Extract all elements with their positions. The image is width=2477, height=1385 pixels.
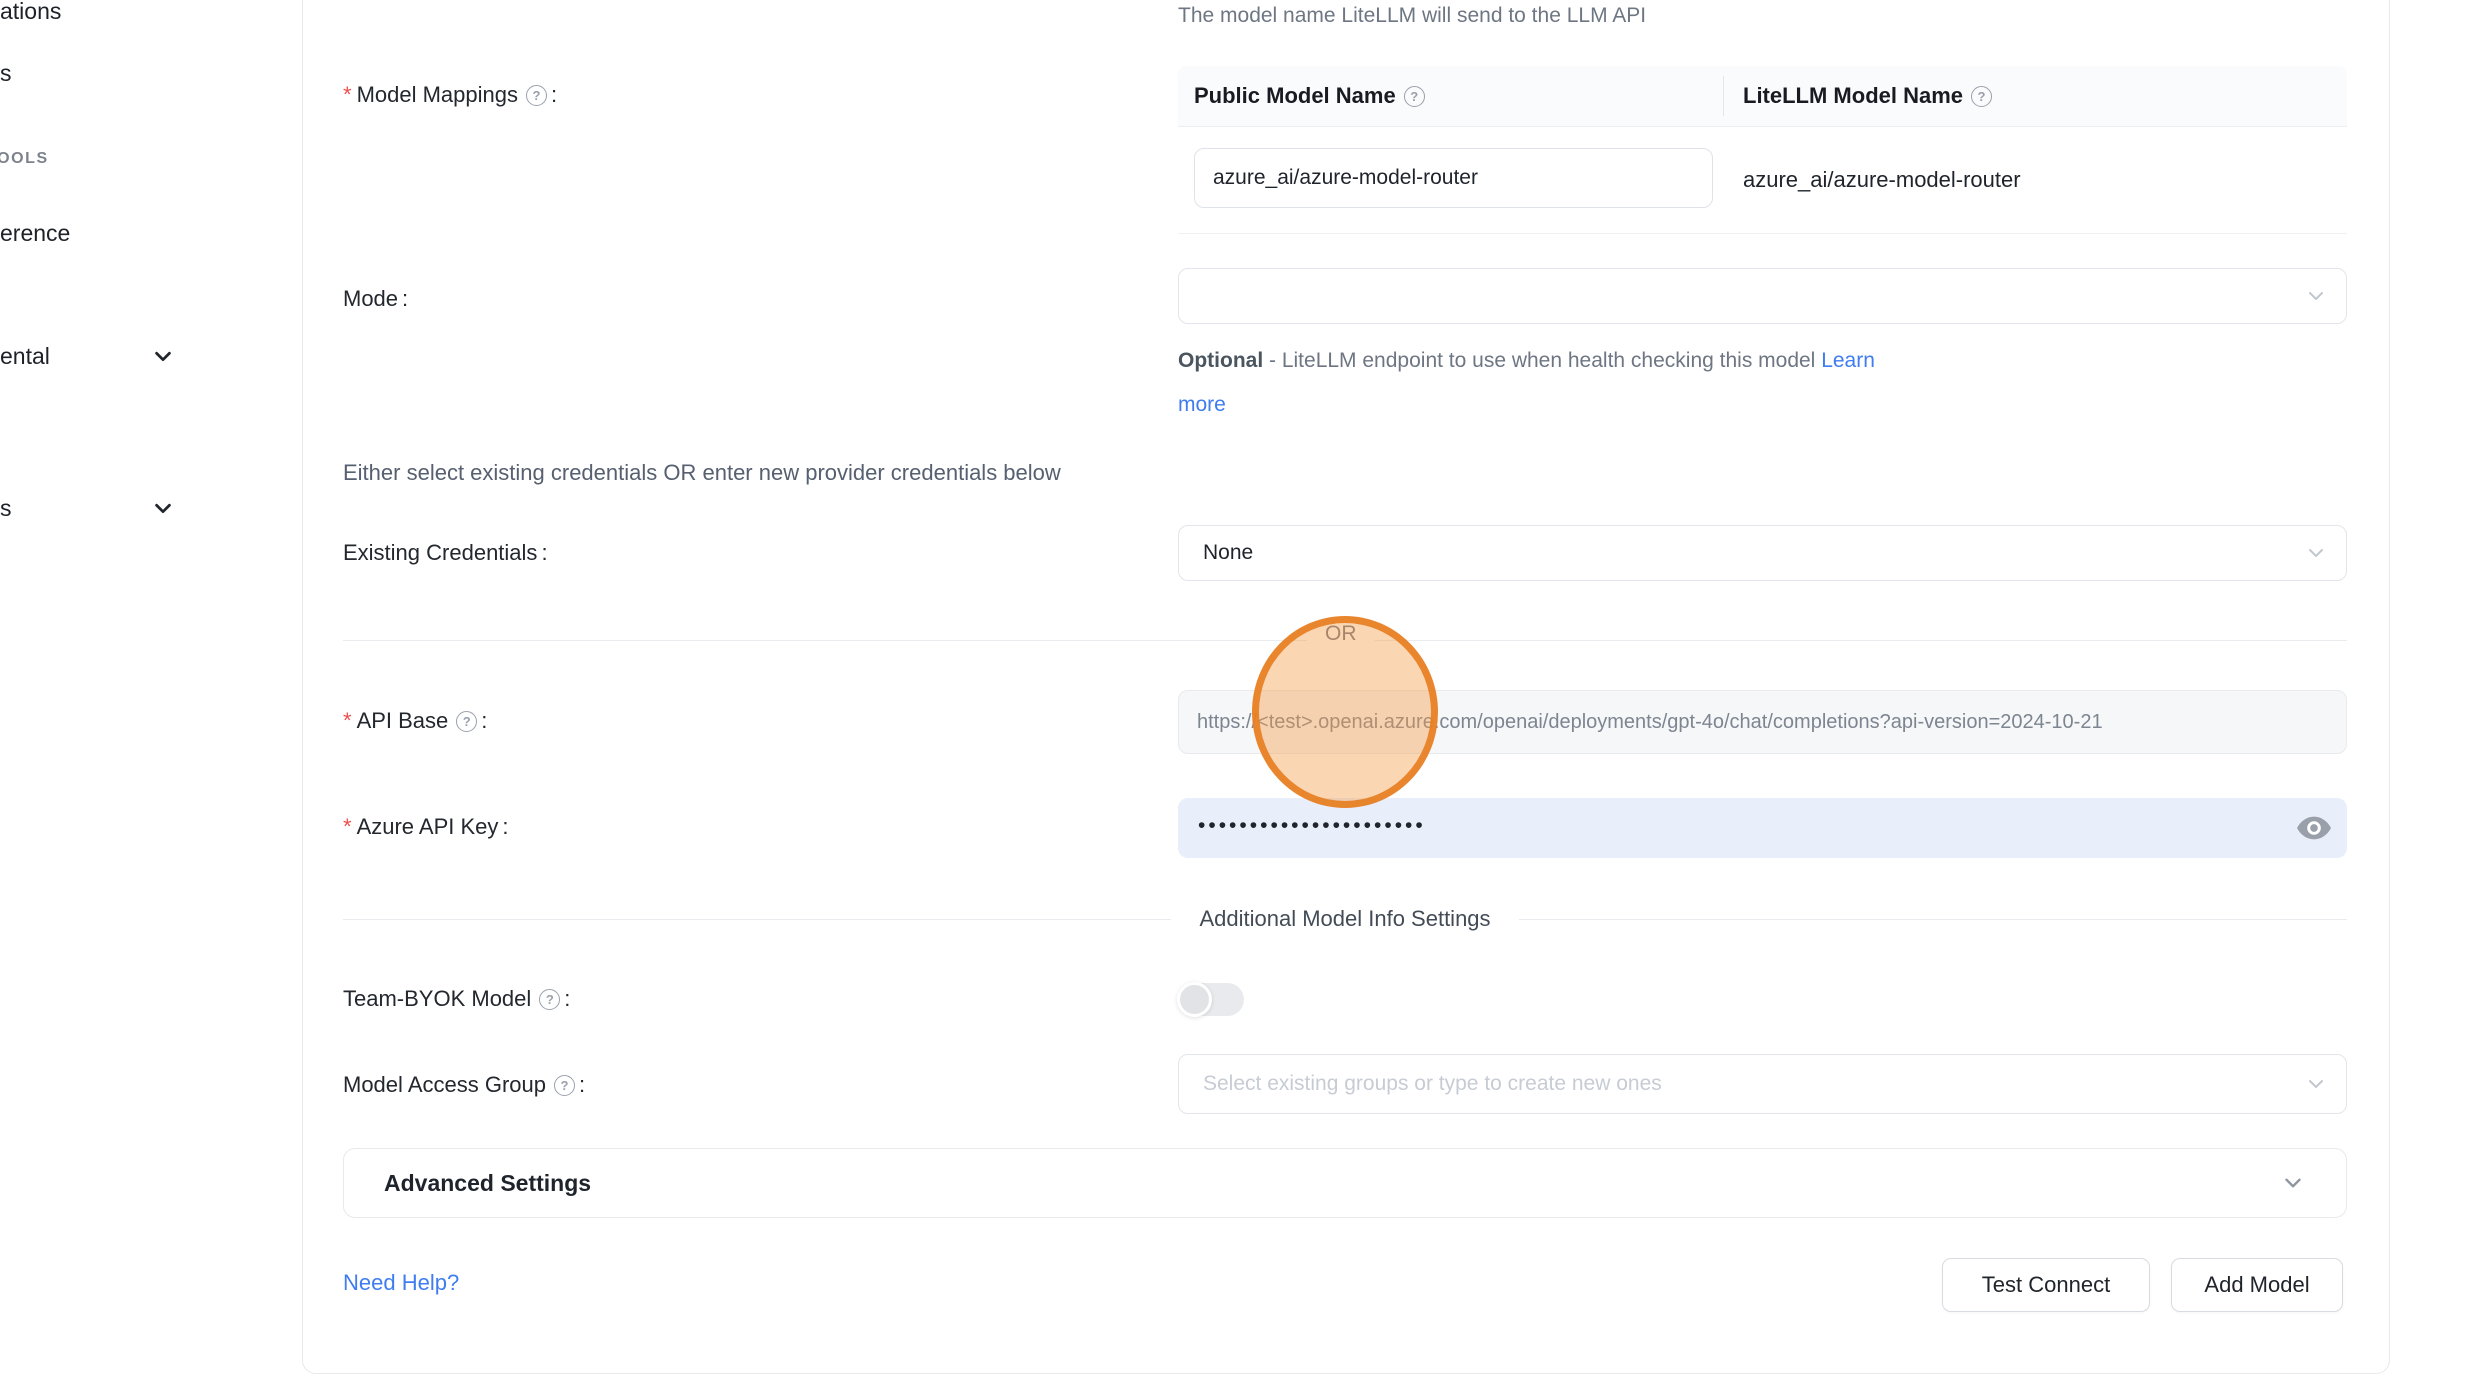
help-icon[interactable]: ? — [526, 85, 547, 106]
credentials-note: Either select existing credentials OR en… — [343, 460, 1061, 486]
sidebar-item-label: erence — [0, 220, 70, 247]
label-colon: : — [541, 540, 547, 566]
team-byok-toggle[interactable] — [1178, 983, 1244, 1016]
model-access-group-select[interactable]: Select existing groups or type to create… — [1178, 1054, 2347, 1114]
label-text: Mode — [343, 286, 398, 312]
azure-api-key-label: * Azure API Key : — [343, 814, 509, 840]
sidebar-section-label: TOOLS — [0, 150, 49, 167]
mode-hint-line1: Optional - LiteLLM endpoint to use when … — [1178, 344, 1875, 378]
selected-value: None — [1203, 541, 1253, 565]
additional-settings-divider: Additional Model Info Settings — [343, 906, 2347, 932]
divider-line — [343, 919, 1171, 920]
model-mappings-table: Public Model Name ? LiteLLM Model Name ?… — [1178, 66, 2347, 234]
chevron-down-icon — [2280, 1170, 2306, 1196]
column-divider — [1723, 76, 1724, 116]
help-icon[interactable]: ? — [539, 989, 560, 1010]
divider-line — [1519, 919, 2347, 920]
sidebar-section-tools: TOOLS — [0, 150, 49, 168]
label-text: API Base — [357, 708, 449, 734]
label-colon: : — [502, 814, 508, 840]
hint-text: - LiteLLM endpoint to use when health ch… — [1263, 349, 1821, 372]
model-mappings-label: * Model Mappings ? : — [343, 82, 557, 108]
divider-label: Additional Model Info Settings — [1171, 906, 1518, 932]
sidebar-item-ations[interactable]: ations — [0, 0, 61, 25]
sidebar-item-label: ations — [0, 0, 61, 25]
sidebar: ations s TOOLS erence ental s — [0, 0, 302, 1385]
public-model-name-input[interactable] — [1194, 148, 1713, 208]
test-connect-button[interactable]: Test Connect — [1942, 1258, 2150, 1312]
model-name-hint: The model name LiteLLM will send to the … — [1178, 4, 1646, 28]
chevron-down-icon[interactable] — [152, 345, 174, 367]
help-icon[interactable]: ? — [554, 1075, 575, 1096]
column-header-litellm-model: LiteLLM Model Name ? — [1723, 66, 2347, 126]
help-icon[interactable]: ? — [1404, 86, 1425, 107]
need-help-link[interactable]: Need Help? — [343, 1270, 459, 1296]
sidebar-item-erence[interactable]: erence — [0, 220, 70, 247]
add-model-page: ations s TOOLS erence ental s The model … — [0, 0, 2477, 1385]
sidebar-item-label: s — [0, 60, 12, 87]
existing-credentials-select[interactable]: None — [1178, 525, 2347, 581]
existing-credentials-label: Existing Credentials : — [343, 540, 548, 566]
sidebar-item-s2[interactable]: s — [0, 495, 12, 522]
select-placeholder: Select existing groups or type to create… — [1203, 1072, 1662, 1096]
required-asterisk: * — [343, 82, 352, 108]
learn-more-link[interactable]: Learn — [1821, 349, 1875, 372]
label-text: Model Access Group — [343, 1072, 546, 1098]
label-colon: : — [579, 1072, 585, 1098]
mode-label: Mode : — [343, 286, 408, 312]
table-row: azure_ai/azure-model-router — [1178, 127, 2347, 234]
learn-more-link[interactable]: more — [1178, 393, 1226, 416]
advanced-settings-title: Advanced Settings — [384, 1170, 591, 1197]
masked-key-value: •••••••••••••••••••••• — [1198, 814, 1426, 838]
table-header: Public Model Name ? LiteLLM Model Name ? — [1178, 66, 2347, 127]
required-asterisk: * — [343, 814, 352, 840]
label-text: Team-BYOK Model — [343, 986, 531, 1012]
label-colon: : — [402, 286, 408, 312]
team-byok-label: Team-BYOK Model ? : — [343, 986, 570, 1012]
chevron-down-icon — [2304, 541, 2328, 565]
hint-bold: Optional — [1178, 349, 1263, 372]
sidebar-item-label: s — [0, 495, 12, 522]
required-asterisk: * — [343, 708, 352, 734]
api-base-input[interactable] — [1178, 690, 2347, 754]
litellm-model-name-value: azure_ai/azure-model-router — [1743, 127, 2021, 233]
label-colon: : — [481, 708, 487, 734]
column-label: LiteLLM Model Name — [1743, 83, 1963, 109]
chevron-down-icon — [2304, 1072, 2328, 1096]
advanced-settings-panel[interactable]: Advanced Settings — [343, 1148, 2347, 1218]
mode-hint: Optional - LiteLLM endpoint to use when … — [1178, 344, 1875, 422]
or-divider-label: OR — [1307, 622, 1375, 646]
mode-select[interactable] — [1178, 268, 2347, 324]
toggle-knob — [1177, 982, 1212, 1017]
help-icon[interactable]: ? — [456, 711, 477, 732]
help-icon[interactable]: ? — [1971, 86, 1992, 107]
chevron-down-icon[interactable] — [152, 497, 174, 519]
sidebar-item-ental[interactable]: ental — [0, 343, 50, 370]
eye-icon[interactable] — [2297, 816, 2331, 840]
label-text: Existing Credentials — [343, 540, 537, 566]
sidebar-item-s1[interactable]: s — [0, 60, 12, 87]
azure-api-key-input[interactable]: •••••••••••••••••••••• — [1178, 798, 2347, 858]
label-text: Model Mappings — [357, 82, 518, 108]
label-colon: : — [551, 82, 557, 108]
column-header-public-model: Public Model Name ? — [1178, 66, 1723, 126]
mode-hint-line2: more — [1178, 388, 1875, 422]
label-colon: : — [564, 986, 570, 1012]
sidebar-item-label: ental — [0, 343, 50, 370]
model-access-group-label: Model Access Group ? : — [343, 1072, 585, 1098]
label-text: Azure API Key — [357, 814, 499, 840]
add-model-button[interactable]: Add Model — [2171, 1258, 2343, 1312]
chevron-down-icon — [2304, 284, 2328, 308]
column-label: Public Model Name — [1194, 83, 1396, 109]
api-base-label: * API Base ? : — [343, 708, 487, 734]
